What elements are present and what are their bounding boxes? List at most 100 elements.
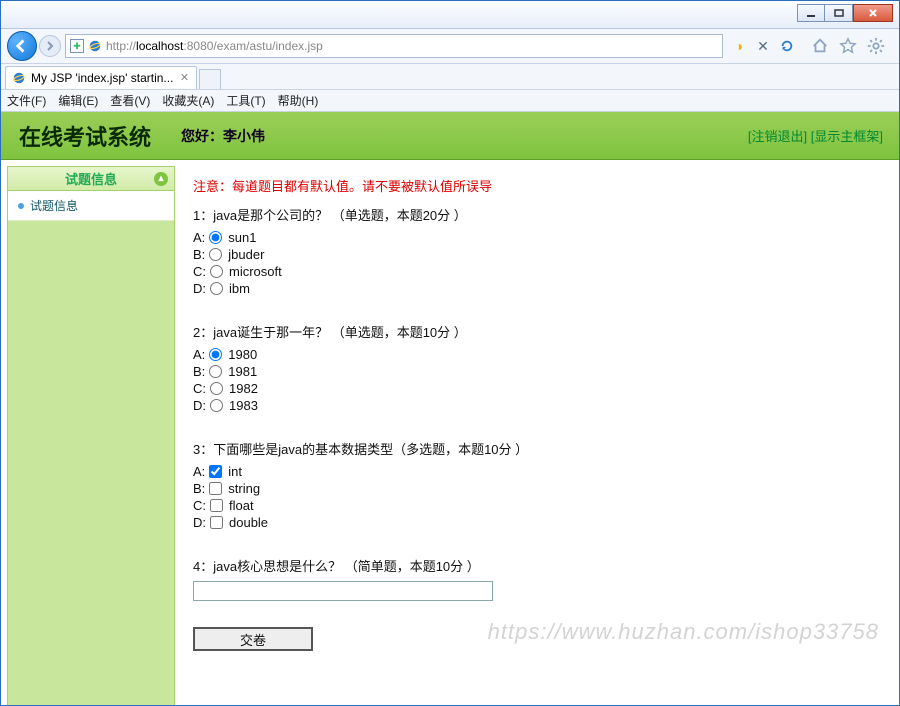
option-row[interactable]: C: float [193, 498, 881, 513]
home-button[interactable] [811, 37, 829, 55]
option-row[interactable]: A: int [193, 464, 881, 479]
radio-input[interactable] [210, 282, 223, 295]
menu-edit[interactable]: 编辑(E) [58, 92, 98, 109]
tab-favicon-icon [12, 71, 26, 85]
refresh-icon [780, 39, 794, 53]
option-row[interactable]: C: microsoft [193, 264, 881, 279]
question-prompt: 3：下面哪些是java的基本数据类型（多选题，本题10分 ） [193, 439, 881, 458]
option-key: A: [193, 347, 205, 362]
option-row[interactable]: A: sun1 [193, 230, 881, 245]
question-prompt: 4：java核心思想是什么？ （简单题，本题10分 ） [193, 556, 881, 575]
url-path: :8080/exam/astu/index.jsp [183, 39, 322, 53]
radio-input[interactable] [209, 231, 222, 244]
option-label: sun1 [228, 230, 256, 245]
menu-file[interactable]: 文件(F) [7, 92, 46, 109]
collapse-icon[interactable]: ▴ [154, 172, 168, 186]
question: 4：java核心思想是什么？ （简单题，本题10分 ） [193, 556, 881, 601]
warning-text: 注意：每道题目都有默认值。请不要被默认值所误导 [193, 176, 881, 195]
radio-input[interactable] [210, 265, 223, 278]
app-header: 在线考试系统 您好：李小伟 [注销退出] [显示主框架] [1, 112, 899, 160]
submit-button-label: 交卷 [240, 630, 266, 649]
tab-title: My JSP 'index.jsp' startin... [31, 71, 173, 85]
new-tab-button[interactable] [199, 69, 221, 89]
sidebar-item-questions[interactable]: 试题信息 [8, 191, 174, 221]
radio-input[interactable] [210, 382, 223, 395]
option-key: C: [193, 498, 206, 513]
option-label: 1980 [228, 347, 257, 362]
question-list: 1：java是那个公司的？ （单选题，本题20分 ） A: sun1 B: jbud… [193, 205, 881, 601]
tab-close-button[interactable]: ✕ [178, 72, 190, 84]
greeting-user: 李小伟 [223, 128, 265, 144]
question-prompt: 2：java诞生于那一年？ （单选题，本题10分 ） [193, 322, 881, 341]
stop-button[interactable]: ✕ [755, 38, 771, 54]
option-row[interactable]: B: jbuder [193, 247, 881, 262]
radio-input[interactable] [209, 248, 222, 261]
window-buttons [797, 4, 893, 22]
option-row[interactable]: A: 1980 [193, 347, 881, 362]
maximize-icon [834, 8, 844, 18]
question-prompt: 1：java是那个公司的？ （单选题，本题20分 ） [193, 205, 881, 224]
option-key: C: [193, 264, 206, 279]
sidebar-header-label: 试题信息 [65, 169, 117, 188]
option-label: 1982 [229, 381, 258, 396]
menu-view[interactable]: 查看(V) [110, 92, 150, 109]
question: 3：下面哪些是java的基本数据类型（多选题，本题10分 ） A: int B: s… [193, 439, 881, 530]
option-key: B: [193, 481, 205, 496]
checkbox-input[interactable] [210, 516, 223, 529]
checkbox-input[interactable] [210, 499, 223, 512]
option-label: float [229, 498, 254, 513]
question: 1：java是那个公司的？ （单选题，本题20分 ） A: sun1 B: jbud… [193, 205, 881, 296]
main-content: 注意：每道题目都有默认值。请不要被默认值所误导 1：java是那个公司的？ （单… [175, 160, 899, 706]
option-row[interactable]: B: string [193, 481, 881, 496]
tab-strip: My JSP 'index.jsp' startin... ✕ [1, 64, 899, 90]
option-row[interactable]: D: ibm [193, 281, 881, 296]
show-frame-link[interactable]: [显示主框架] [811, 129, 883, 144]
option-label: 1983 [229, 398, 258, 413]
menu-bar: 文件(F) 编辑(E) 查看(V) 收藏夹(A) 工具(T) 帮助(H) [1, 90, 899, 112]
option-key: A: [193, 464, 205, 479]
short-answer-input[interactable] [193, 581, 493, 601]
browser-tab[interactable]: My JSP 'index.jsp' startin... ✕ [5, 66, 197, 89]
window-close-button[interactable] [853, 4, 893, 22]
radio-input[interactable] [209, 348, 222, 361]
favorites-button[interactable] [839, 37, 857, 55]
security-shield-icon[interactable]: ✚ [70, 39, 84, 53]
address-bar[interactable]: ✚ http://localhost:8080/exam/astu/index.… [65, 34, 723, 58]
menu-help[interactable]: 帮助(H) [278, 92, 319, 109]
window-maximize-button[interactable] [825, 4, 853, 22]
checkbox-input[interactable] [209, 482, 222, 495]
sidebar: 试题信息 ▴ 试题信息 [7, 166, 175, 706]
radio-input[interactable] [209, 365, 222, 378]
menu-fav[interactable]: 收藏夹(A) [162, 92, 214, 109]
option-row[interactable]: D: 1983 [193, 398, 881, 413]
nav-forward-button[interactable] [39, 35, 61, 57]
arrow-right-icon [45, 41, 55, 51]
refresh-button[interactable] [779, 38, 795, 54]
checkbox-input[interactable] [209, 465, 222, 478]
option-key: B: [193, 247, 205, 262]
gear-icon [867, 37, 885, 55]
logout-link[interactable]: [注销退出] [748, 129, 807, 144]
option-row[interactable]: D: double [193, 515, 881, 530]
nav-back-button[interactable] [7, 31, 37, 61]
menu-tools[interactable]: 工具(T) [226, 92, 265, 109]
url-scheme: http:// [106, 39, 136, 53]
tools-button[interactable] [867, 37, 885, 55]
option-row[interactable]: B: 1981 [193, 364, 881, 379]
window-minimize-button[interactable] [797, 4, 825, 22]
option-label: ibm [229, 281, 250, 296]
submit-button[interactable]: 交卷 [193, 627, 313, 651]
arrow-left-icon [15, 39, 29, 53]
sidebar-item-label: 试题信息 [30, 197, 78, 214]
compat-view-icon[interactable]: ◑ [731, 38, 747, 54]
star-icon [839, 37, 857, 55]
url-text: http://localhost:8080/exam/astu/index.js… [106, 39, 323, 53]
sidebar-header[interactable]: 试题信息 ▴ [8, 167, 174, 191]
option-label: jbuder [228, 247, 264, 262]
url-host: localhost [136, 39, 183, 53]
radio-input[interactable] [210, 399, 223, 412]
page-viewport[interactable]: 在线考试系统 您好：李小伟 [注销退出] [显示主框架] 试题信息 ▴ 试题信息 [1, 112, 899, 706]
header-links: [注销退出] [显示主框架] [748, 126, 883, 145]
option-row[interactable]: C: 1982 [193, 381, 881, 396]
option-key: D: [193, 398, 206, 413]
